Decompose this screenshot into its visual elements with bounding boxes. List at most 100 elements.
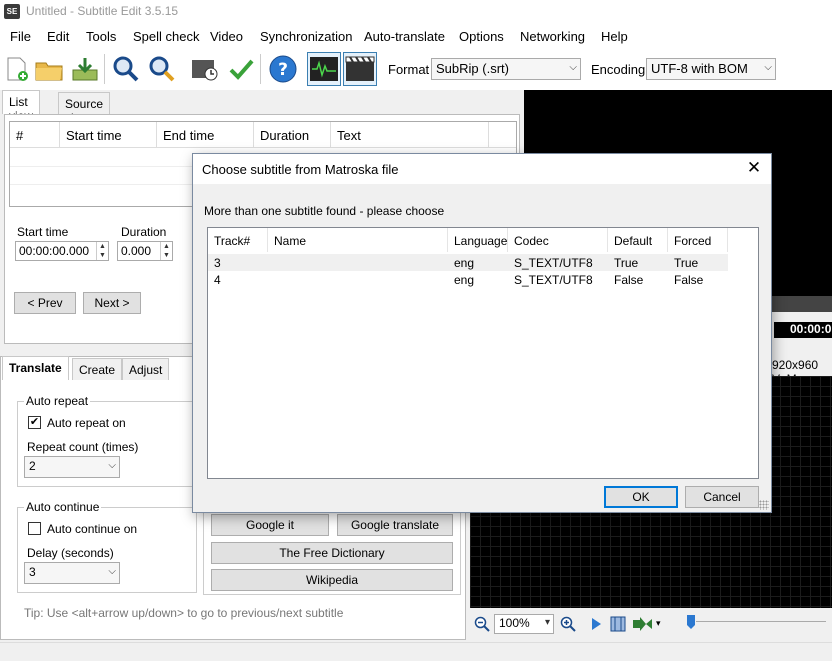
menu-bar: File Edit Tools Spell check Video Synchr…: [0, 24, 832, 48]
language-cell: eng: [454, 256, 475, 270]
auto-repeat-group: Auto repeat ✔ Auto repeat on Repeat coun…: [17, 394, 197, 487]
zoom-value: 100%: [499, 616, 530, 630]
auto-continue-group: Auto continue Auto continue on Delay (se…: [17, 500, 197, 593]
track-row[interactable]: 3 eng S_TEXT/UTF8 True True: [208, 254, 728, 271]
menu-video[interactable]: Video: [210, 29, 243, 44]
caret-down-icon[interactable]: ▾: [656, 618, 661, 629]
column-end-time[interactable]: End time: [157, 122, 254, 148]
status-bar: [0, 642, 832, 661]
cancel-button[interactable]: Cancel: [685, 486, 759, 508]
replace-icon[interactable]: [145, 52, 179, 86]
tab-list-view[interactable]: List view: [2, 90, 40, 123]
start-time-input[interactable]: 00:00:00.000 ▲ ▼: [15, 241, 109, 261]
zoom-select[interactable]: 100% ▾: [494, 614, 554, 634]
toolbar-separator: [104, 54, 105, 84]
fast-forward-icon[interactable]: [632, 616, 654, 635]
find-icon[interactable]: [109, 52, 143, 86]
visual-sync-icon[interactable]: [188, 52, 222, 86]
prev-button[interactable]: < Prev: [14, 292, 76, 314]
menu-spell-check[interactable]: Spell check: [133, 29, 199, 44]
duration-label: Duration: [121, 225, 167, 239]
play-icon[interactable]: [590, 617, 602, 634]
menu-file[interactable]: File: [10, 29, 31, 44]
dialog-message: More than one subtitle found - please ch…: [204, 204, 445, 218]
menu-edit[interactable]: Edit: [47, 29, 69, 44]
track-list[interactable]: Track# Name Language Codec Default Force…: [207, 227, 759, 479]
spell-check-icon[interactable]: [224, 52, 258, 86]
open-folder-icon[interactable]: [32, 52, 66, 86]
toolbar: ? Format SubRip (.srt) ⌵ Encoding UTF-8 …: [0, 48, 832, 90]
column-number[interactable]: #: [10, 122, 60, 148]
resize-grip-icon[interactable]: [759, 500, 769, 510]
menu-help[interactable]: Help: [601, 29, 628, 44]
column-language[interactable]: Language: [448, 228, 508, 252]
zoom-in-icon[interactable]: [560, 616, 576, 635]
video-progress-bar[interactable]: [770, 296, 832, 312]
free-dictionary-button[interactable]: The Free Dictionary: [211, 542, 453, 564]
spin-arrows-icon[interactable]: ▲ ▼: [96, 242, 108, 260]
auto-repeat-on-label: Auto repeat on: [47, 416, 126, 430]
next-button[interactable]: Next >: [83, 292, 141, 314]
language-cell: eng: [454, 273, 475, 287]
toggle-spectrogram-icon[interactable]: [610, 616, 626, 635]
tab-source-view[interactable]: Source view: [58, 92, 111, 125]
format-select[interactable]: SubRip (.srt) ⌵: [431, 58, 581, 80]
delay-select[interactable]: 3 ⌵: [24, 562, 120, 584]
google-translate-button[interactable]: Google translate: [337, 514, 453, 536]
encoding-value: UTF-8 with BOM: [651, 61, 748, 76]
chevron-down-icon: ⌵: [108, 566, 116, 577]
track-row[interactable]: 4 eng S_TEXT/UTF8 False False: [208, 271, 728, 288]
track-cell: 4: [214, 273, 221, 287]
tab-adjust[interactable]: Adjust: [122, 358, 170, 380]
menu-networking[interactable]: Networking: [520, 29, 585, 44]
position-slider-thumb[interactable]: [686, 614, 696, 633]
download-icon[interactable]: [68, 52, 102, 86]
forced-cell: False: [674, 273, 704, 287]
video-time: 00:00:0: [774, 322, 832, 338]
repeat-count-value: 2: [29, 459, 36, 473]
column-forced[interactable]: Forced: [668, 228, 728, 252]
close-icon[interactable]: ✕: [745, 159, 763, 177]
help-icon[interactable]: ?: [266, 52, 300, 86]
choose-subtitle-dialog: Choose subtitle from Matroska file ✕ Mor…: [192, 153, 772, 513]
position-slider-track[interactable]: [696, 621, 826, 622]
svg-text:?: ?: [278, 60, 288, 80]
spin-arrows-icon[interactable]: ▲ ▼: [160, 242, 172, 260]
waveform-toggle-icon[interactable]: [307, 52, 341, 86]
column-codec[interactable]: Codec: [508, 228, 608, 252]
column-name[interactable]: Name: [268, 228, 448, 252]
column-text[interactable]: Text: [331, 122, 489, 148]
forced-cell: True: [674, 256, 699, 270]
auto-continue-checkbox[interactable]: [28, 522, 41, 535]
column-start-time[interactable]: Start time: [60, 122, 157, 148]
duration-value: 0.000: [121, 244, 152, 258]
menu-options[interactable]: Options: [459, 29, 504, 44]
menu-tools[interactable]: Tools: [86, 29, 116, 44]
encoding-select[interactable]: UTF-8 with BOM ⌵: [646, 58, 776, 80]
menu-synchronization[interactable]: Synchronization: [260, 29, 353, 44]
repeat-count-select[interactable]: 2 ⌵: [24, 456, 120, 478]
tab-create[interactable]: Create: [72, 358, 123, 380]
duration-input[interactable]: 0.000 ▲ ▼: [117, 241, 173, 261]
repeat-count-label: Repeat count (times): [27, 440, 139, 454]
start-time-value: 00:00:00.000: [19, 244, 90, 258]
new-file-icon[interactable]: [0, 52, 34, 86]
column-default[interactable]: Default: [608, 228, 668, 252]
menu-auto-translate[interactable]: Auto-translate: [364, 29, 445, 44]
wikipedia-button[interactable]: Wikipedia: [211, 569, 453, 591]
tab-translate[interactable]: Translate: [2, 356, 69, 380]
codec-cell: S_TEXT/UTF8: [514, 256, 593, 270]
ok-button[interactable]: OK: [604, 486, 678, 508]
column-track[interactable]: Track#: [208, 228, 268, 252]
chevron-down-icon: ⌵: [764, 62, 772, 73]
title-bar: SE Untitled - Subtitle Edit 3.5.15: [0, 0, 832, 24]
default-cell: False: [614, 273, 644, 287]
video-toggle-icon[interactable]: [343, 52, 377, 86]
column-duration[interactable]: Duration: [254, 122, 331, 148]
format-value: SubRip (.srt): [436, 61, 509, 76]
auto-repeat-checkbox[interactable]: ✔: [28, 416, 41, 429]
zoom-out-icon[interactable]: [474, 616, 490, 635]
google-it-button[interactable]: Google it: [211, 514, 329, 536]
chevron-down-icon: ⌵: [569, 62, 577, 73]
chevron-down-icon: ⌵: [108, 460, 116, 471]
